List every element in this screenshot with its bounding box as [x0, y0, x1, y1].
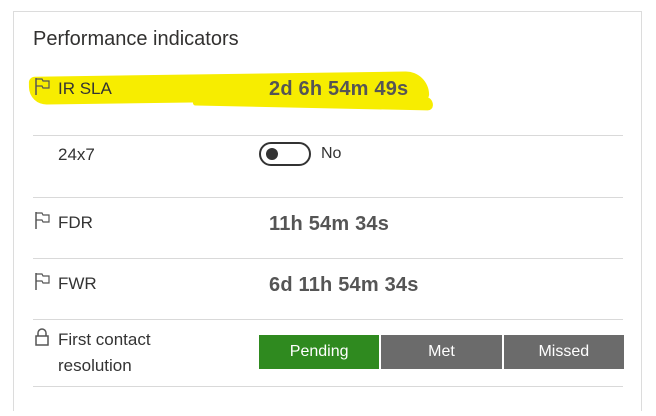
indicator-label: 24x7 [58, 145, 95, 164]
segment-missed[interactable]: Missed [503, 335, 624, 369]
indicator-label: FWR [58, 274, 97, 293]
resolution-status-selector: Pending Met Missed [259, 335, 624, 369]
indicator-row-first-contact-resolution: First contact resolution Pending Met Mis… [33, 320, 624, 387]
indicator-label-line2: resolution [58, 356, 132, 375]
indicator-value: 2d 6h 54m 49s [269, 78, 409, 100]
segment-met[interactable]: Met [381, 335, 504, 369]
performance-indicators-card: Performance indicators IR SLA 2d 6h 54m … [13, 11, 642, 411]
indicator-label: IR SLA [58, 79, 112, 98]
indicator-list: IR SLA 2d 6h 54m 49s 24x7 No FDR 11h 54m… [28, 71, 624, 387]
indicator-row-ir-sla: IR SLA 2d 6h 54m 49s [28, 71, 623, 136]
indicator-label-line1: First contact [58, 330, 151, 349]
lock-icon [33, 327, 53, 349]
indicator-value: 11h 54m 34s [269, 213, 390, 235]
toggle-knob [266, 148, 278, 160]
flag-icon [33, 210, 53, 232]
flag-icon [33, 76, 53, 98]
card-title: Performance indicators [33, 28, 239, 50]
indicator-row-24x7: 24x7 No [33, 136, 623, 198]
toggle-state-label: No [321, 145, 342, 162]
segment-pending[interactable]: Pending [259, 335, 382, 369]
indicator-row-fwr: FWR 6d 11h 54m 34s [33, 259, 623, 320]
indicator-value: 6d 11h 54m 34s [269, 274, 419, 296]
indicator-label: FDR [58, 213, 93, 232]
indicator-row-fdr: FDR 11h 54m 34s [33, 198, 623, 259]
24x7-toggle[interactable] [259, 142, 311, 166]
flag-icon [33, 271, 53, 293]
